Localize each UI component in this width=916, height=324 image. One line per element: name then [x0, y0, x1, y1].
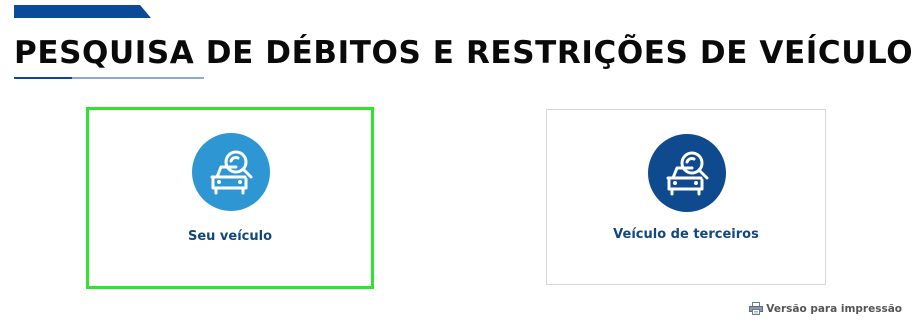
third-party-vehicle-label: Veículo de terceiros	[613, 227, 759, 242]
printer-icon	[749, 302, 764, 315]
own-vehicle-label: Seu veículo	[187, 229, 273, 244]
header-accent-stripe	[14, 5, 151, 18]
car-search-icon	[648, 134, 726, 212]
own-vehicle-card[interactable]: Seu veículo	[86, 107, 374, 289]
third-party-vehicle-card[interactable]: Veículo de terceiros	[546, 109, 826, 285]
title-underline	[14, 77, 204, 79]
print-version-link[interactable]: Versão para impressão	[749, 302, 902, 315]
print-version-label: Versão para impressão	[766, 302, 902, 315]
car-search-icon	[192, 133, 270, 211]
page-title: PESQUISA DE DÉBITOS E RESTRIÇÕES DE VEÍC…	[14, 35, 914, 71]
